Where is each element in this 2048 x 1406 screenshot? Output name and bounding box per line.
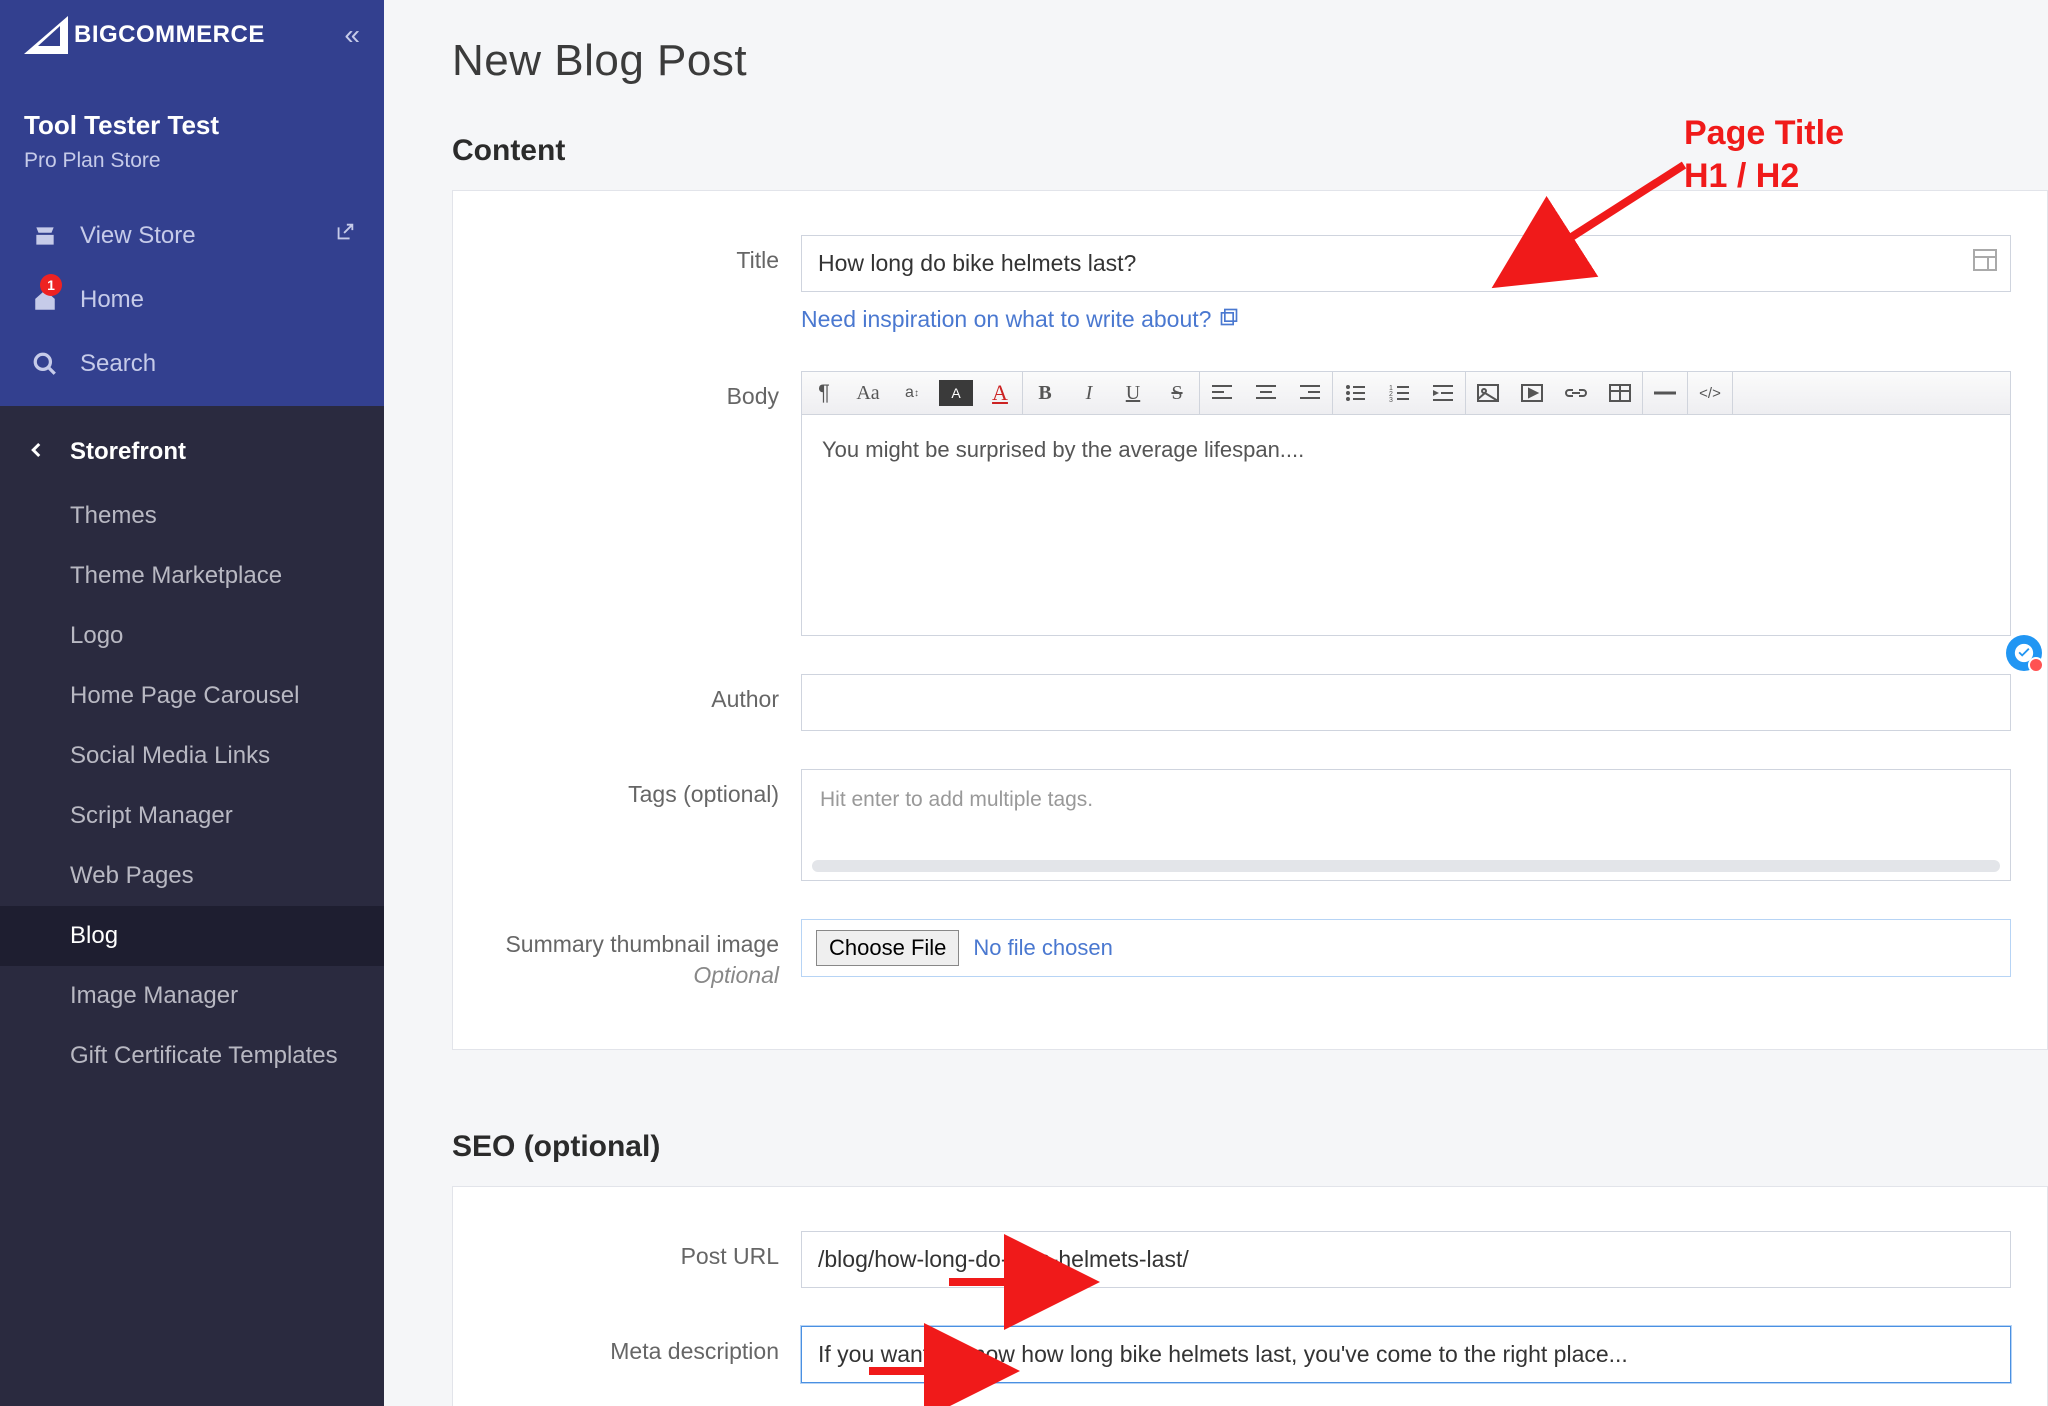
sidebar-primary-nav: View Store 1 Home Search: [0, 203, 384, 406]
submenu-title: Storefront: [70, 438, 186, 466]
inspiration-link-label: Need inspiration on what to write about?: [801, 306, 1211, 333]
submenu-back[interactable]: Storefront: [0, 418, 384, 486]
title-aux-icon[interactable]: [1973, 249, 1997, 276]
tb-image-icon[interactable]: [1466, 372, 1510, 414]
submenu-item-theme-marketplace[interactable]: Theme Marketplace: [0, 546, 384, 606]
content-panel: Title Need inspiration on what to write …: [452, 190, 2048, 1050]
home-badge: 1: [40, 274, 62, 296]
post-url-label: Post URL: [471, 1231, 801, 1270]
sidebar-submenu: Storefront Themes Theme Marketplace Logo…: [0, 406, 384, 1086]
nav-label: View Store: [80, 222, 196, 250]
title-input[interactable]: [801, 235, 2011, 292]
editor-toolbar: ¶ Aa a↕ A A B I U S: [802, 372, 2010, 415]
sidebar-header: BIGCOMMERCE « Tool Tester Test Pro Plan …: [0, 0, 384, 203]
tb-align-right-icon[interactable]: [1288, 372, 1332, 414]
submenu-item-script-manager[interactable]: Script Manager: [0, 786, 384, 846]
tb-align-left-icon[interactable]: [1200, 372, 1244, 414]
external-link-icon: [334, 221, 356, 250]
body-textarea[interactable]: You might be surprised by the average li…: [802, 415, 2010, 635]
thumbnail-label: Summary thumbnail image Optional: [471, 919, 801, 989]
thumbnail-sublabel: Optional: [471, 962, 779, 989]
nav-label: Search: [80, 350, 156, 378]
submenu-item-web-pages[interactable]: Web Pages: [0, 846, 384, 906]
chevron-left-icon: [28, 438, 58, 466]
brand-mark-icon: [24, 16, 68, 54]
submenu-item-themes[interactable]: Themes: [0, 486, 384, 546]
tb-bold-icon[interactable]: B: [1023, 372, 1067, 414]
tb-source-icon[interactable]: </>: [1688, 372, 1732, 414]
meta-description-input[interactable]: [801, 1326, 2011, 1383]
nav-label: Home: [80, 286, 144, 314]
inspiration-link[interactable]: Need inspiration on what to write about?: [801, 306, 1239, 333]
tb-hr-icon[interactable]: [1643, 372, 1687, 414]
popup-icon: [1219, 306, 1239, 333]
tb-ul-icon[interactable]: [1333, 372, 1377, 414]
sidebar: BIGCOMMERCE « Tool Tester Test Pro Plan …: [0, 0, 384, 1406]
submenu-item-home-page-carousel[interactable]: Home Page Carousel: [0, 666, 384, 726]
author-input[interactable]: [801, 674, 2011, 731]
author-label: Author: [471, 674, 801, 713]
submenu-item-blog[interactable]: Blog: [0, 906, 384, 966]
tags-input[interactable]: Hit enter to add multiple tags.: [801, 769, 2011, 881]
brand-name: BIGCOMMERCE: [74, 21, 265, 49]
tb-font-size-icon[interactable]: a↕: [890, 372, 934, 414]
meta-description-label: Meta description: [471, 1326, 801, 1365]
tb-indent-icon[interactable]: [1421, 372, 1465, 414]
file-status: No file chosen: [973, 935, 1112, 961]
tb-table-icon[interactable]: [1598, 372, 1642, 414]
tb-link-icon[interactable]: [1554, 372, 1598, 414]
submenu-item-logo[interactable]: Logo: [0, 606, 384, 666]
tb-italic-icon[interactable]: I: [1067, 372, 1111, 414]
tb-text-bgcolor-icon[interactable]: A: [934, 372, 978, 414]
title-label: Title: [471, 235, 801, 274]
help-widget[interactable]: [2006, 635, 2042, 671]
nav-search[interactable]: Search: [0, 332, 384, 396]
tb-paragraph-icon[interactable]: ¶: [802, 372, 846, 414]
nav-home[interactable]: 1 Home: [0, 268, 384, 332]
svg-text:3: 3: [1389, 397, 1393, 402]
post-url-input[interactable]: [801, 1231, 2011, 1288]
collapse-sidebar-icon[interactable]: «: [344, 19, 360, 51]
body-editor: ¶ Aa a↕ A A B I U S: [801, 371, 2011, 636]
storefront-icon: [28, 223, 62, 249]
tb-align-center-icon[interactable]: [1244, 372, 1288, 414]
submenu-item-image-manager[interactable]: Image Manager: [0, 966, 384, 1026]
seo-section-title: SEO (optional): [452, 1130, 2048, 1164]
search-icon: [28, 351, 62, 377]
plan-name: Pro Plan Store: [24, 149, 360, 173]
brand-logo[interactable]: BIGCOMMERCE: [24, 16, 265, 54]
main-content: New Blog Post Content Title Need inspira…: [384, 0, 2048, 1406]
tb-strike-icon[interactable]: S: [1155, 372, 1199, 414]
thumbnail-file-picker: Choose File No file chosen: [801, 919, 2011, 977]
submenu-item-social-media-links[interactable]: Social Media Links: [0, 726, 384, 786]
tb-underline-icon[interactable]: U: [1111, 372, 1155, 414]
store-name: Tool Tester Test: [24, 110, 360, 141]
tb-video-icon[interactable]: [1510, 372, 1554, 414]
tags-label: Tags (optional): [471, 769, 801, 808]
tags-placeholder: Hit enter to add multiple tags.: [820, 788, 1093, 811]
tags-scrollbar[interactable]: [812, 860, 2000, 872]
choose-file-button[interactable]: Choose File: [816, 930, 959, 966]
body-label: Body: [471, 371, 801, 410]
tb-ol-icon[interactable]: 123: [1377, 372, 1421, 414]
page-title: New Blog Post: [452, 36, 2048, 86]
tb-text-color-icon[interactable]: A: [978, 372, 1022, 414]
seo-panel: Post URL Meta description: [452, 1186, 2048, 1406]
tb-font-family-icon[interactable]: Aa: [846, 372, 890, 414]
submenu-item-gift-certificate-templates[interactable]: Gift Certificate Templates: [0, 1026, 384, 1086]
nav-view-store[interactable]: View Store: [0, 203, 384, 268]
content-section-title: Content: [452, 134, 2048, 168]
